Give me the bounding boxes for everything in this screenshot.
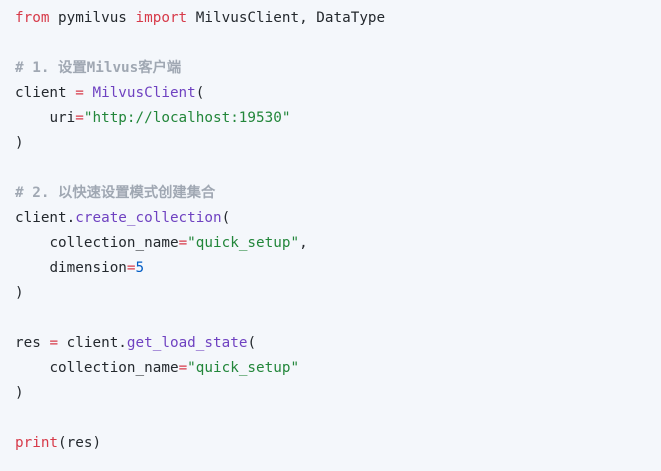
comma: , — [299, 235, 308, 251]
function-milvusclient: MilvusClient — [92, 85, 196, 101]
code-line-close-paren-3: ) — [15, 381, 24, 406]
param-dimension: dimension — [49, 260, 127, 276]
assign-operator: = — [49, 335, 59, 351]
string-quick-setup: "quick_setup" — [187, 235, 300, 251]
code-line-uri: uri="http://localhost:19530" — [15, 106, 290, 131]
imported-names: MilvusClient, DataType — [187, 10, 386, 26]
module-name: pymilvus — [49, 10, 136, 26]
code-line-res-assign: res = client.get_load_state( — [15, 331, 256, 356]
print-args: (res) — [58, 435, 102, 451]
method-create-collection: create_collection — [75, 210, 222, 226]
close-paren: ) — [15, 135, 24, 151]
code-line-close-paren-2: ) — [15, 281, 24, 306]
close-paren: ) — [15, 285, 24, 301]
number-dimension: 5 — [135, 260, 145, 276]
assign-operator: = — [126, 260, 136, 276]
assign-operator: = — [178, 235, 188, 251]
close-paren: ) — [15, 385, 24, 401]
variable-res: res — [15, 335, 50, 351]
code-block: from pymilvus import MilvusClient, DataT… — [0, 0, 661, 471]
code-line-collection-name-1: collection_name="quick_setup", — [15, 231, 308, 256]
param-collection-name: collection_name — [49, 235, 179, 251]
object-client: client. — [15, 210, 76, 226]
assign-operator: = — [75, 110, 84, 126]
code-line-dimension: dimension=5 — [15, 256, 144, 281]
code-line-create-collection: client.create_collection( — [15, 206, 230, 231]
open-paren: ( — [195, 85, 205, 101]
variable-client: client — [15, 85, 76, 101]
param-collection-name: collection_name — [49, 360, 179, 376]
method-get-load-state: get_load_state — [126, 335, 248, 351]
code-line-close-paren-1: ) — [15, 131, 24, 156]
assign-operator: = — [75, 85, 84, 101]
code-line-client-assign: client = MilvusClient( — [15, 81, 204, 106]
builtin-print: print — [15, 435, 59, 451]
code-line-import: from pymilvus import MilvusClient, DataT… — [15, 6, 385, 31]
open-paren: ( — [221, 210, 231, 226]
code-line-collection-name-2: collection_name="quick_setup" — [15, 356, 299, 381]
object-client: client. — [58, 335, 127, 351]
code-line-comment-2: # 2. 以快速设置模式创建集合 — [15, 181, 215, 206]
keyword-import: import — [135, 10, 188, 26]
comment-setup-client: # 1. 设置Milvus客户端 — [15, 60, 182, 76]
keyword-from: from — [15, 10, 50, 26]
code-line-comment-1: # 1. 设置Milvus客户端 — [15, 56, 181, 81]
code-line-print: print(res) — [15, 431, 101, 456]
string-uri: "http://localhost:19530" — [83, 110, 291, 126]
param-uri: uri — [49, 110, 76, 126]
open-paren: ( — [247, 335, 257, 351]
comment-create-collection: # 2. 以快速设置模式创建集合 — [15, 185, 216, 201]
string-quick-setup: "quick_setup" — [187, 360, 300, 376]
assign-operator: = — [178, 360, 188, 376]
